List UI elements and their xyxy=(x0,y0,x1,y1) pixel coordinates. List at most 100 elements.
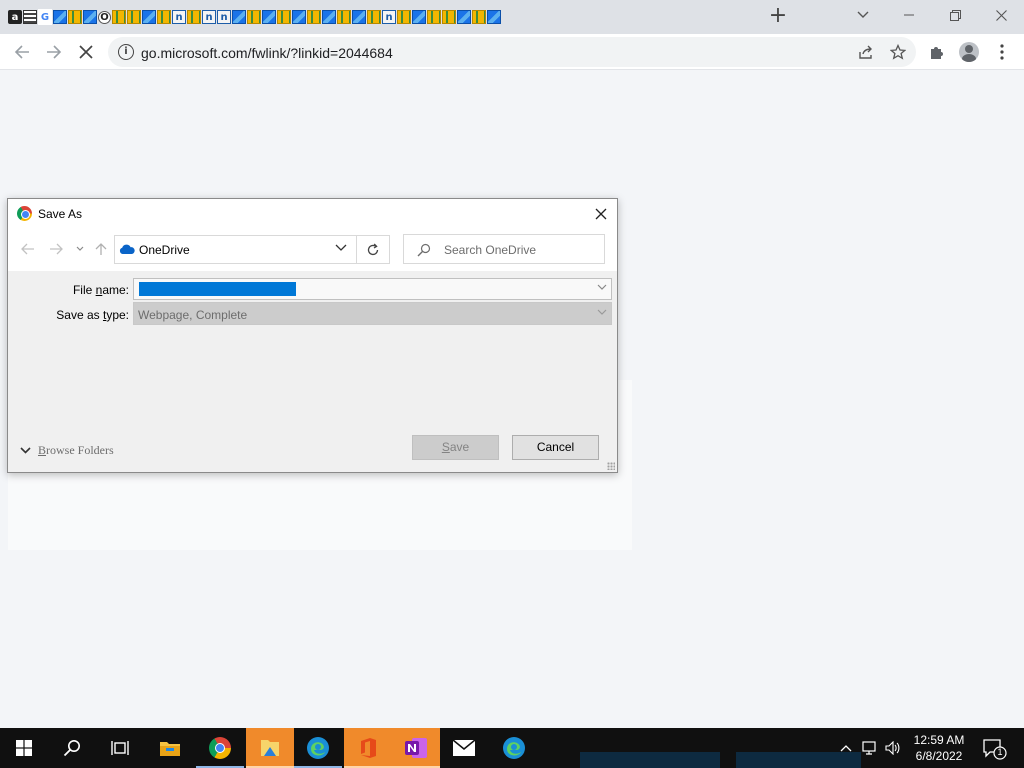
close-icon xyxy=(995,9,1007,21)
bookmark-button[interactable] xyxy=(888,42,908,62)
tab-favicon-grid-icon[interactable] xyxy=(157,10,171,24)
save-type-label-text: ype: xyxy=(106,308,129,322)
tab-favicon-grid-icon[interactable] xyxy=(367,10,381,24)
tab-favicon-grid-icon[interactable] xyxy=(127,10,141,24)
volume-button[interactable] xyxy=(885,740,901,756)
dialog-back-button[interactable] xyxy=(20,241,36,257)
tab-favicon-grid-icon[interactable] xyxy=(337,10,351,24)
tab-favicon-grid-icon[interactable] xyxy=(277,10,291,24)
show-hidden-icons-button[interactable] xyxy=(838,740,854,756)
arrow-right-icon xyxy=(47,45,62,59)
file-name-selection[interactable] xyxy=(139,282,296,296)
arrow-right-icon xyxy=(50,243,63,255)
restore-icon xyxy=(949,9,961,21)
dialog-title-bar[interactable]: Save As xyxy=(8,199,617,229)
edge-taskbar-button-2[interactable] xyxy=(490,728,538,768)
tab-favicon-blue-icon[interactable] xyxy=(487,10,501,24)
location-breadcrumb[interactable]: OneDrive xyxy=(114,235,357,264)
edge-taskbar-button[interactable] xyxy=(294,728,342,768)
save-button[interactable]: Save xyxy=(412,435,499,460)
tab-favicon-blue-icon[interactable] xyxy=(412,10,426,24)
clock[interactable]: 12:59 AM 6/8/2022 xyxy=(902,732,976,764)
tab-favicon-blue-icon[interactable] xyxy=(292,10,306,24)
menu-button[interactable] xyxy=(990,40,1014,64)
profile-button[interactable] xyxy=(957,40,981,64)
mail-taskbar-button[interactable] xyxy=(440,728,488,768)
tab-favicon-blue-icon[interactable] xyxy=(457,10,471,24)
network-button[interactable] xyxy=(862,740,878,756)
forward-button[interactable] xyxy=(42,40,66,64)
tab-favicon-blue-icon[interactable] xyxy=(322,10,336,24)
refresh-button[interactable] xyxy=(357,235,390,264)
taskbar-search-button[interactable] xyxy=(48,728,96,768)
site-info-icon[interactable]: i xyxy=(118,44,134,60)
tab-favicon-c-icon[interactable]: O xyxy=(98,10,111,24)
save-as-type-select[interactable]: Webpage, Complete xyxy=(133,302,612,325)
location-label: OneDrive xyxy=(139,243,190,257)
minimize-button[interactable] xyxy=(886,0,932,30)
address-bar[interactable]: i go.microsoft.com/fwlink/?linkid=204468… xyxy=(108,37,916,67)
onenote-taskbar-button[interactable] xyxy=(392,728,440,768)
stop-loading-button[interactable] xyxy=(74,40,98,64)
share-button[interactable] xyxy=(856,42,876,62)
tab-favicon-n-icon[interactable]: n xyxy=(172,10,186,24)
chrome-taskbar-button[interactable] xyxy=(196,728,244,768)
tab-favicon-grid-icon[interactable] xyxy=(442,10,456,24)
file-explorer-button[interactable] xyxy=(146,728,194,768)
tab-favicon-grid-icon[interactable] xyxy=(112,10,126,24)
tab-favicon-blue-icon[interactable] xyxy=(262,10,276,24)
tab-favicon-blue-icon[interactable] xyxy=(142,10,156,24)
dialog-close-button[interactable] xyxy=(590,203,612,225)
chevron-down-icon[interactable] xyxy=(335,244,347,252)
browse-folders-toggle[interactable]: Browse Folders xyxy=(20,443,114,458)
tab-favicon-n-icon[interactable]: n xyxy=(202,10,216,24)
tab-favicon-grid-icon[interactable] xyxy=(187,10,201,24)
tab-search-button[interactable] xyxy=(840,0,886,30)
tab-favicon-blue-icon[interactable] xyxy=(83,10,97,24)
tab-favicon-n-icon[interactable]: n xyxy=(382,10,396,24)
office-icon xyxy=(361,738,376,758)
page-button-peek xyxy=(580,752,720,768)
task-view-icon xyxy=(111,741,129,755)
start-button[interactable] xyxy=(0,728,48,768)
tab-favicon-grid-icon[interactable] xyxy=(397,10,411,24)
tab-favicon-g-icon[interactable]: G xyxy=(38,9,52,25)
back-button[interactable] xyxy=(10,40,34,64)
action-center-button[interactable]: 1 xyxy=(982,738,1008,760)
tab-favicon-n-icon[interactable]: n xyxy=(217,10,231,24)
resize-grip[interactable] xyxy=(607,462,615,470)
tab-favicon-blue-icon[interactable] xyxy=(53,10,67,24)
notification-badge: 1 xyxy=(997,747,1003,757)
tab-favicon-dark-icon[interactable]: a xyxy=(8,10,22,24)
edge-icon xyxy=(503,737,525,759)
chevron-down-icon[interactable] xyxy=(597,284,607,291)
tab-favicon-grid-icon[interactable] xyxy=(472,10,486,24)
restore-button[interactable] xyxy=(932,0,978,30)
task-view-button[interactable] xyxy=(96,728,144,768)
url-text[interactable]: go.microsoft.com/fwlink/?linkid=2044684 xyxy=(141,45,393,61)
tab-favicon-grid-icon[interactable] xyxy=(427,10,441,24)
new-tab-button[interactable]: + xyxy=(768,5,788,29)
extensions-button[interactable] xyxy=(925,40,949,64)
up-folder-button[interactable] xyxy=(93,241,109,257)
recent-locations-button[interactable] xyxy=(72,241,88,257)
file-name-field[interactable] xyxy=(133,278,612,300)
chrome-icon xyxy=(17,206,32,221)
office-taskbar-button[interactable] xyxy=(344,728,392,768)
close-window-button[interactable] xyxy=(978,0,1024,30)
tab-favicon-grid-icon[interactable] xyxy=(68,10,82,24)
tab-favicon-blue-icon[interactable] xyxy=(352,10,366,24)
chevron-down-icon xyxy=(857,11,869,18)
dialog-forward-button[interactable] xyxy=(48,241,64,257)
search-onedrive-input[interactable]: Search OneDrive xyxy=(403,234,605,264)
notification-icon xyxy=(983,739,1007,760)
photos-folder-button[interactable] xyxy=(246,728,294,768)
tab-favicon-stk-icon[interactable] xyxy=(23,10,37,24)
search-icon xyxy=(63,740,80,757)
refresh-icon xyxy=(367,243,379,255)
tab-favicon-blue-icon[interactable] xyxy=(232,10,246,24)
tab-favicon-grid-icon[interactable] xyxy=(247,10,261,24)
tab-favicon-grid-icon[interactable] xyxy=(307,10,321,24)
save-as-type-label: Save as type: xyxy=(28,308,129,322)
cancel-button[interactable]: Cancel xyxy=(512,435,599,460)
